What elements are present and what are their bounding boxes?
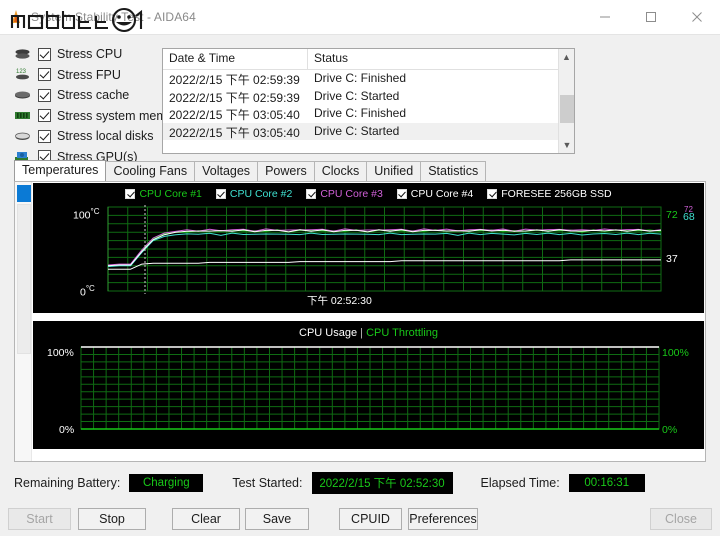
cache-icon — [14, 88, 31, 103]
log-cell-datetime: 2022/2/15 下午 02:59:39 — [169, 90, 300, 105]
cpu-usage-chart: CPU Usage | CPU Throttling 100% 0% 100% … — [33, 321, 704, 449]
table-row[interactable]: 2022/2/15 下午 02:59:39 Drive C: Finished — [163, 70, 574, 88]
table-row[interactable]: 2022/2/15 下午 03:05:40 Drive C: Started — [163, 122, 574, 140]
start-button[interactable]: Start — [8, 508, 71, 530]
minimize-icon[interactable] — [582, 0, 628, 33]
temp-value-core1: 72 — [666, 209, 678, 221]
stress-option-label: Stress FPU — [57, 67, 121, 82]
tab-temperatures[interactable]: Temperatures — [14, 160, 107, 181]
log-cell-status: Drive C: Started — [314, 88, 400, 103]
log-column-status: Status — [314, 51, 349, 65]
clear-button[interactable]: Clear — [172, 508, 240, 530]
stress-option-disks[interactable]: Stress local disks — [14, 127, 154, 145]
preferences-button[interactable]: Preferences — [408, 508, 478, 530]
stop-button[interactable]: Stop — [78, 508, 146, 530]
charts-panel-scrollbar[interactable] — [15, 182, 32, 461]
test-started-value: 2022/2/15 下午 02:52:30 — [311, 472, 453, 494]
scrollbar-thumb[interactable] — [560, 95, 574, 123]
log-cell-datetime: 2022/2/15 下午 03:05:40 — [169, 108, 300, 122]
disk-icon — [14, 129, 31, 144]
log-cell-datetime: 2022/2/15 下午 02:59:39 — [169, 73, 300, 87]
window-title: System Stability Test - AIDA64 — [31, 10, 196, 24]
charts-panel: CPU Core #1 CPU Core #2 CPU Core #3 CPU … — [14, 181, 706, 462]
stress-option-memory[interactable]: Stress system memory — [14, 107, 184, 125]
tab-statistics[interactable]: Statistics — [420, 161, 487, 181]
aida64-stability-test-window: System Stability Test - AIDA64 Stress CP… — [0, 0, 720, 536]
scroll-up-icon[interactable]: ▲ — [559, 49, 574, 65]
tab-powers[interactable]: Powers — [257, 161, 315, 181]
memory-icon — [14, 108, 31, 123]
cpu-icon — [14, 47, 31, 62]
svg-text:123: 123 — [16, 69, 27, 75]
stress-option-label: Stress CPU — [57, 47, 123, 61]
battery-label: Remaining Battery: — [14, 476, 121, 490]
log-cell-datetime: 2022/2/15 下午 03:05:40 — [169, 125, 300, 140]
elapsed-time-value: 00:16:31 — [568, 474, 645, 492]
temp-value-core2: 68 — [683, 211, 695, 223]
log-header-row: Date & Time Status — [163, 49, 574, 70]
scrollbar-thumb[interactable] — [17, 185, 31, 202]
checkbox-stress-disks[interactable] — [38, 129, 51, 143]
log-cell-status: Drive C: Finished — [314, 106, 407, 120]
elapsed-time-label: Elapsed Time: — [480, 476, 560, 490]
scrollbar-track[interactable] — [17, 204, 31, 354]
tab-voltages[interactable]: Voltages — [194, 161, 259, 181]
stress-option-label: Stress local disks — [57, 129, 154, 143]
save-button[interactable]: Save — [245, 508, 309, 530]
stress-option-cache[interactable]: Stress cache — [14, 86, 154, 104]
checkbox-stress-cpu[interactable] — [38, 47, 51, 61]
stress-option-cpu[interactable]: Stress CPU — [14, 45, 154, 63]
temperature-chart: CPU Core #1 CPU Core #2 CPU Core #3 CPU … — [33, 183, 704, 313]
cpu-usage-plot — [80, 346, 660, 430]
temp-chart-time-label: 下午 02:52:30 — [307, 295, 372, 307]
test-started-label: Test Started: — [232, 476, 303, 490]
stress-options-list: Stress CPU 123 Stress FPU Stress cache S… — [14, 45, 184, 168]
log-scrollbar[interactable]: ▲ ▼ — [558, 49, 574, 153]
tab-clocks[interactable]: Clocks — [313, 161, 368, 181]
log-cell-status: Drive C: Started — [314, 123, 400, 138]
tab-unified[interactable]: Unified — [366, 161, 422, 181]
log-column-datetime: Date & Time — [163, 49, 308, 69]
maximize-icon[interactable] — [628, 0, 674, 33]
checkbox-stress-memory[interactable] — [38, 109, 51, 122]
table-row[interactable]: 2022/2/15 下午 03:05:40 Drive C: Finished — [163, 105, 574, 123]
battery-value: Charging — [129, 474, 204, 492]
close-icon[interactable] — [674, 0, 720, 33]
checkbox-stress-fpu[interactable] — [38, 68, 51, 81]
close-button[interactable]: Close — [650, 508, 712, 530]
cpuid-button[interactable]: CPUID — [339, 508, 402, 530]
event-log-table: Date & Time Status 2022/2/15 下午 02:59:39… — [162, 48, 575, 154]
table-row[interactable]: 2022/2/15 下午 02:59:39 Drive C: Started — [163, 88, 574, 106]
stress-option-label: Stress cache — [57, 88, 130, 102]
chart-tabs: Temperatures Cooling Fans Voltages Power… — [14, 160, 487, 181]
title-bar: System Stability Test - AIDA64 — [0, 0, 720, 35]
temp-value-ssd: 37 — [666, 253, 678, 265]
status-bar: Remaining Battery: Charging Test Started… — [14, 470, 706, 496]
log-cell-status: Drive C: Finished — [314, 71, 407, 85]
tab-cooling-fans[interactable]: Cooling Fans — [105, 161, 196, 181]
stress-option-fpu[interactable]: 123 Stress FPU — [14, 66, 154, 84]
button-bar: Start Stop Clear Save CPUID Preferences … — [0, 505, 720, 536]
checkbox-stress-cache[interactable] — [38, 88, 51, 102]
window-controls — [582, 0, 720, 33]
scroll-down-icon[interactable]: ▼ — [559, 137, 574, 153]
flame-icon — [9, 9, 25, 25]
fpu-icon: 123 — [14, 67, 31, 82]
